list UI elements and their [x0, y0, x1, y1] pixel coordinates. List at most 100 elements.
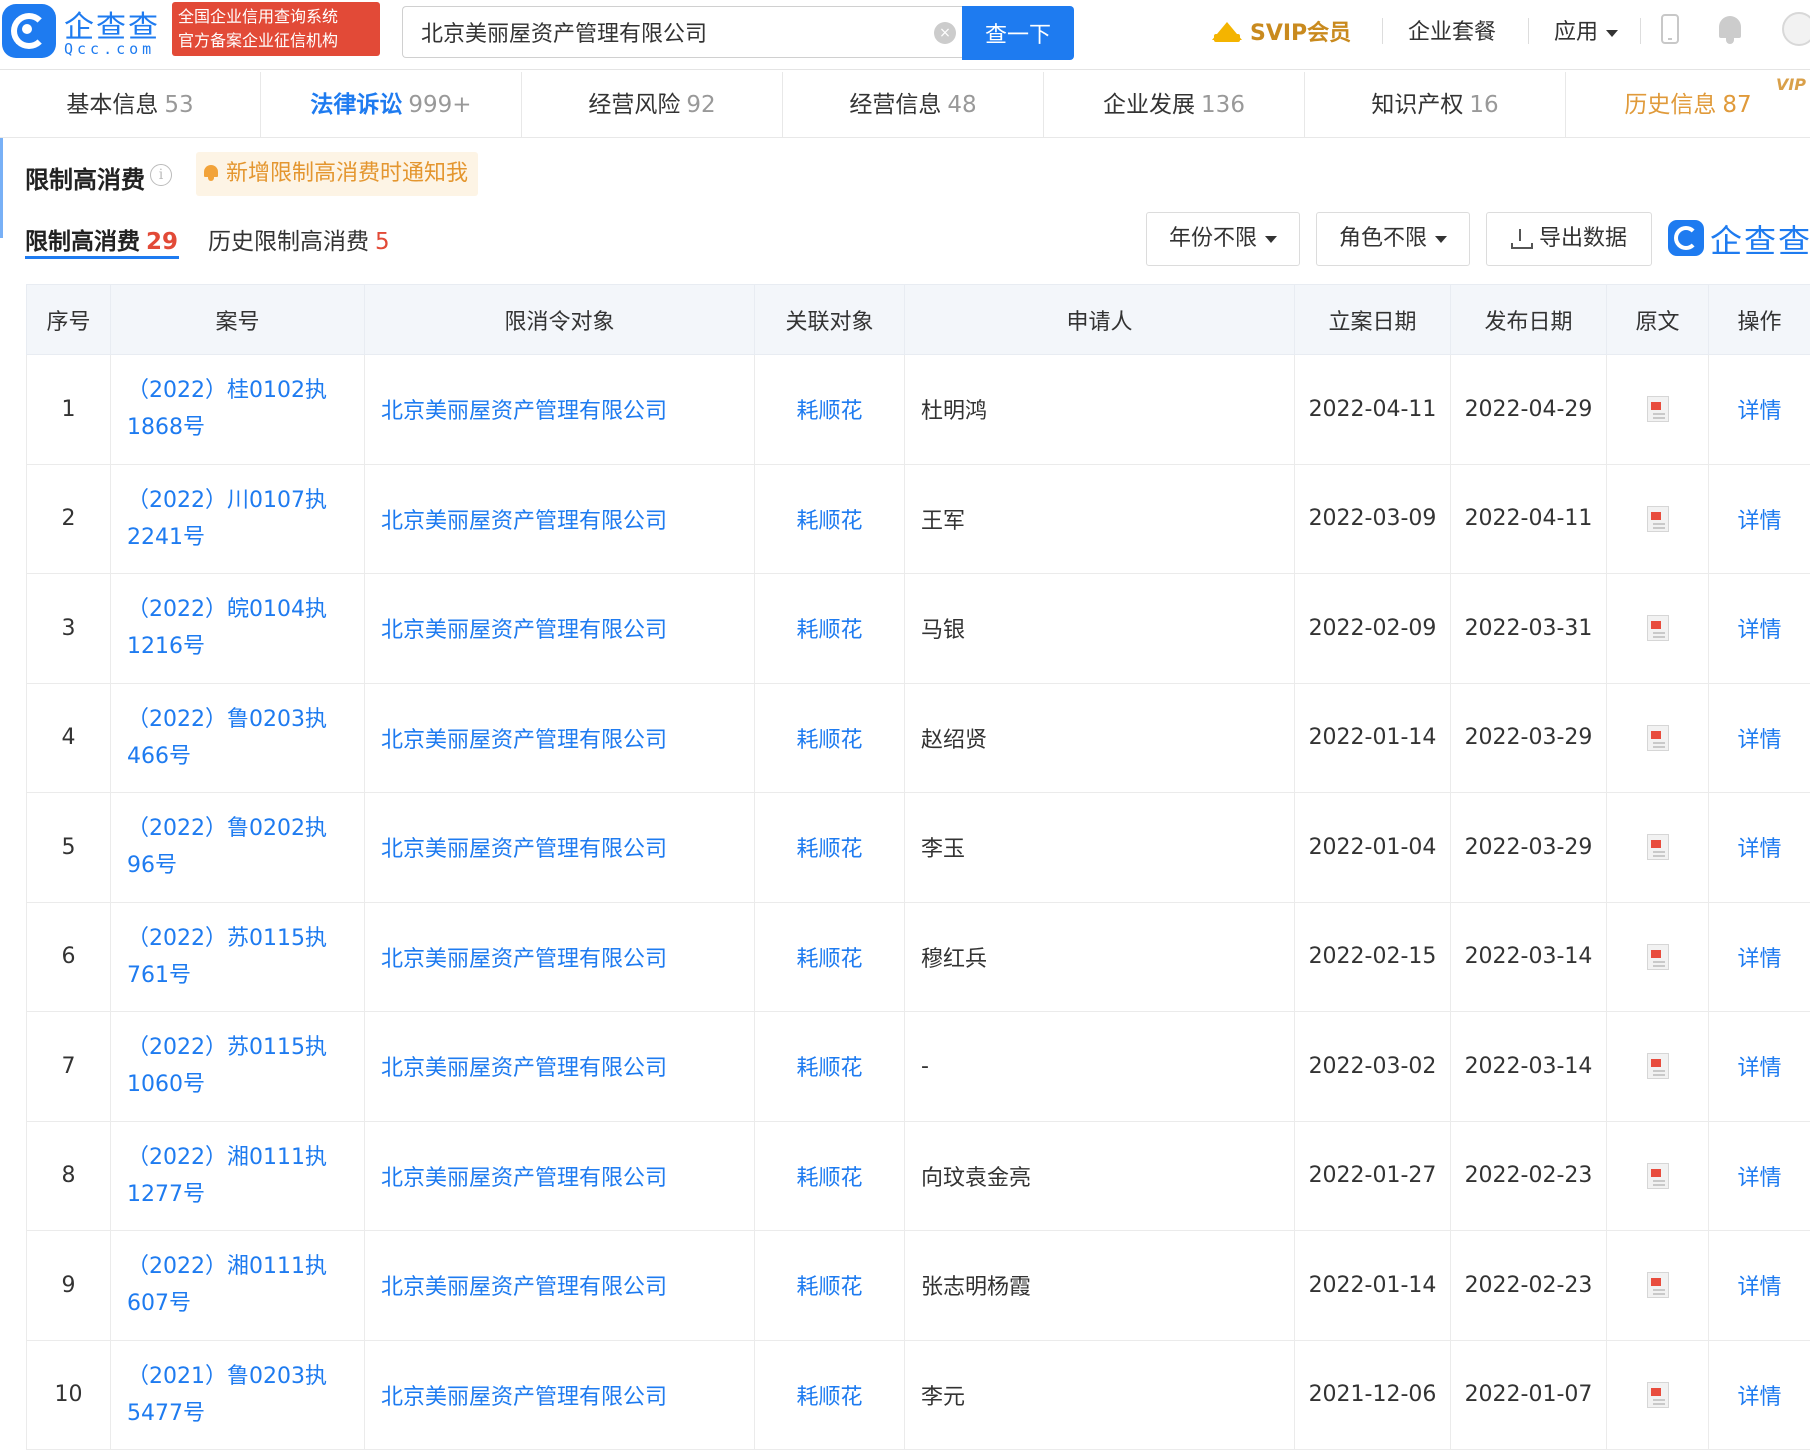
role-filter-label: 角色不限 — [1338, 226, 1427, 251]
restricted-company-link[interactable]: 北京美丽屋资产管理有限公司 — [364, 901, 755, 1012]
pdf-icon[interactable] — [1646, 724, 1669, 751]
publish-date: 2022-02-23 — [1450, 1230, 1607, 1341]
tab-legal-litigation[interactable]: 法律诉讼 999+ — [261, 72, 522, 138]
detail-link[interactable]: 详情 — [1708, 1230, 1810, 1341]
nav-enterprise-package[interactable]: 企业套餐 — [1408, 14, 1496, 46]
tab-basic-info[interactable]: 基本信息 53 — [0, 72, 261, 138]
related-person-link[interactable]: 耗顺花 — [754, 901, 905, 1012]
detail-link[interactable]: 详情 — [1708, 1120, 1810, 1231]
section-indicator — [0, 138, 3, 238]
caret-down-icon — [1435, 235, 1447, 243]
detail-link[interactable]: 详情 — [1708, 682, 1810, 793]
restricted-company-link[interactable]: 北京美丽屋资产管理有限公司 — [364, 1011, 755, 1122]
tab-label: 经营风险 — [588, 92, 681, 118]
subtab-restriction[interactable]: 限制高消费 29 — [25, 222, 178, 256]
restricted-company-link[interactable]: 北京美丽屋资产管理有限公司 — [364, 792, 755, 903]
applicant-name: 张志明杨霞 — [904, 1230, 1295, 1341]
filing-date: 2022-01-27 — [1294, 1120, 1451, 1231]
notify-me-button[interactable]: 新增限制高消费时通知我 — [196, 152, 479, 196]
pdf-icon[interactable] — [1646, 505, 1669, 532]
case-number-link[interactable]: （2022）鲁0202执96号 — [110, 792, 365, 903]
publish-date: 2022-03-29 — [1450, 682, 1607, 793]
detail-link[interactable]: 详情 — [1708, 354, 1810, 465]
download-icon — [1510, 229, 1533, 249]
pdf-icon[interactable] — [1646, 1381, 1669, 1408]
restricted-company-link[interactable]: 北京美丽屋资产管理有限公司 — [364, 1339, 755, 1450]
qcc-logo[interactable]: 企查查 Qcc.com — [0, 2, 168, 60]
crown-icon — [1212, 18, 1242, 44]
export-data-button[interactable]: 导出数据 — [1486, 212, 1652, 266]
company-tabs: 基本信息 53 法律诉讼 999+ 经营风险 92 经营信息 48 企业发展 136 知识… — [0, 72, 1810, 138]
related-person-link[interactable]: 耗顺花 — [754, 1339, 905, 1450]
restricted-company-link[interactable]: 北京美丽屋资产管理有限公司 — [364, 682, 755, 793]
detail-link[interactable]: 详情 — [1708, 901, 1810, 1012]
top-header: 企查查 Qcc.com 全国企业信用查询系统 官方备案企业征信机构 × 查一下 … — [0, 0, 1810, 70]
svip-member-link[interactable]: SVIP会员 — [1212, 14, 1351, 48]
pdf-icon[interactable] — [1646, 1053, 1669, 1080]
tab-label: 知识产权 — [1371, 92, 1464, 118]
restricted-company-link[interactable]: 北京美丽屋资产管理有限公司 — [364, 1120, 755, 1231]
case-number-link[interactable]: （2022）苏0115执761号 — [110, 901, 365, 1012]
detail-link[interactable]: 详情 — [1708, 463, 1810, 574]
tab-intellectual-property[interactable]: 知识产权 16 — [1305, 72, 1566, 138]
case-number-link[interactable]: （2022）桂0102执1868号 — [110, 354, 365, 465]
caret-down-icon — [1265, 235, 1277, 243]
case-number-link[interactable]: （2022）苏0115执1060号 — [110, 1011, 365, 1122]
avatar[interactable] — [1782, 12, 1810, 46]
pdf-icon[interactable] — [1646, 1272, 1669, 1299]
tab-count: 92 — [686, 92, 716, 118]
role-filter-dropdown[interactable]: 角色不限 — [1316, 212, 1470, 266]
pdf-icon[interactable] — [1646, 1162, 1669, 1189]
case-number-link[interactable]: （2022）川0107执2241号 — [110, 463, 365, 574]
pdf-icon[interactable] — [1646, 943, 1669, 970]
search-button[interactable]: 查一下 — [962, 6, 1074, 60]
detail-link[interactable]: 详情 — [1708, 573, 1810, 684]
detail-link[interactable]: 详情 — [1708, 792, 1810, 903]
nav-divider — [1382, 18, 1383, 44]
related-person-link[interactable]: 耗顺花 — [754, 682, 905, 793]
search-input[interactable] — [403, 7, 903, 57]
tab-business-info[interactable]: 经营信息 48 — [783, 72, 1044, 138]
case-number-link[interactable]: （2022）鲁0203执466号 — [110, 682, 365, 793]
related-person-link[interactable]: 耗顺花 — [754, 1230, 905, 1341]
publish-date: 2022-04-11 — [1450, 463, 1607, 574]
related-person-link[interactable]: 耗顺花 — [754, 792, 905, 903]
restricted-company-link[interactable]: 北京美丽屋资产管理有限公司 — [364, 463, 755, 574]
case-number-link[interactable]: （2022）湘0111执1277号 — [110, 1120, 365, 1231]
detail-link[interactable]: 详情 — [1708, 1011, 1810, 1122]
related-person-link[interactable]: 耗顺花 — [754, 463, 905, 574]
phone-icon[interactable] — [1661, 14, 1679, 44]
original-document-cell — [1606, 1339, 1709, 1450]
bell-icon[interactable] — [1717, 16, 1743, 44]
applicant-name: 向玟袁金亮 — [904, 1120, 1295, 1231]
case-number-link[interactable]: （2022）皖0104执1216号 — [110, 573, 365, 684]
info-icon[interactable]: i — [150, 164, 172, 186]
pdf-icon[interactable] — [1646, 396, 1669, 423]
nav-apps-menu[interactable]: 应用 — [1554, 14, 1619, 46]
pdf-icon[interactable] — [1646, 834, 1669, 861]
tab-business-risk[interactable]: 经营风险 92 — [522, 72, 783, 138]
qcc-logo-icon — [1668, 220, 1704, 256]
tab-enterprise-development[interactable]: 企业发展 136 — [1044, 72, 1305, 138]
related-person-link[interactable]: 耗顺花 — [754, 1011, 905, 1122]
applicant-name: 李元 — [904, 1339, 1295, 1450]
tab-history-info[interactable]: 历史信息 87 VIP — [1566, 72, 1810, 138]
case-number-link[interactable]: （2021）鲁0203执5477号 — [110, 1339, 365, 1450]
nav-divider — [1528, 18, 1529, 44]
related-person-link[interactable]: 耗顺花 — [754, 1120, 905, 1231]
restricted-company-link[interactable]: 北京美丽屋资产管理有限公司 — [364, 354, 755, 465]
related-person-link[interactable]: 耗顺花 — [754, 573, 905, 684]
related-person-link[interactable]: 耗顺花 — [754, 354, 905, 465]
restricted-company-link[interactable]: 北京美丽屋资产管理有限公司 — [364, 1230, 755, 1341]
restricted-company-link[interactable]: 北京美丽屋资产管理有限公司 — [364, 573, 755, 684]
detail-link[interactable]: 详情 — [1708, 1339, 1810, 1450]
clear-icon[interactable]: × — [934, 22, 956, 44]
brand-name: 企查查 — [1710, 222, 1810, 260]
original-document-cell — [1606, 1120, 1709, 1231]
case-number-link[interactable]: （2022）湘0111执607号 — [110, 1230, 365, 1341]
year-filter-dropdown[interactable]: 年份不限 — [1146, 212, 1300, 266]
column-header: 原文 — [1606, 284, 1709, 355]
publish-date: 2022-03-14 — [1450, 901, 1607, 1012]
subtab-history-restriction[interactable]: 历史限制高消费 5 — [208, 222, 390, 256]
pdf-icon[interactable] — [1646, 615, 1669, 642]
